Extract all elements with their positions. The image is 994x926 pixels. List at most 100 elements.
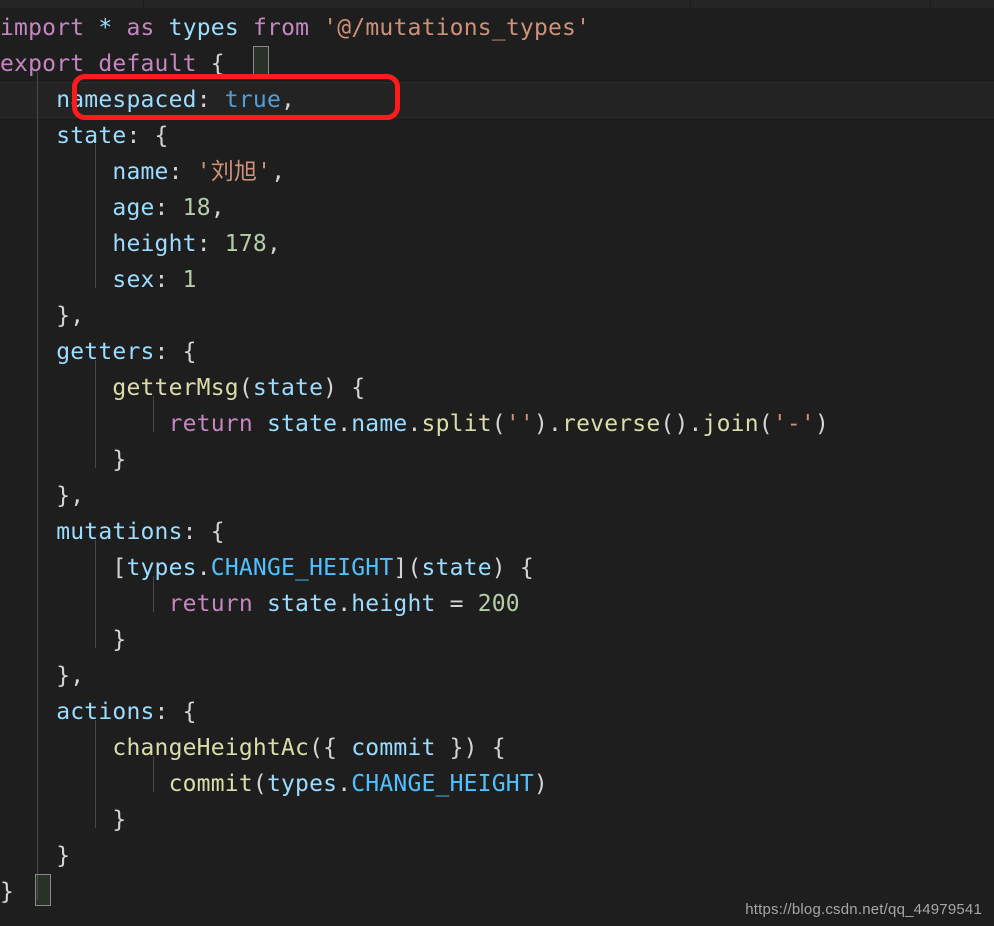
watermark-url: https://blog.csdn.net/qq_44979541 — [745, 901, 982, 918]
code-line-13[interactable]: } — [0, 442, 994, 478]
token: , — [271, 159, 286, 185]
code-line-12[interactable]: return state.name.split('').reverse().jo… — [0, 406, 994, 442]
token: state — [266, 411, 338, 437]
token: 1 — [182, 267, 197, 293]
code-line-9[interactable]: }, — [0, 298, 994, 334]
token: CHANGE_HEIGHT — [351, 771, 534, 797]
tab-separator-3 — [930, 0, 931, 8]
code-line-15[interactable]: mutations: { — [0, 514, 994, 550]
token: export — [0, 51, 85, 77]
token: }, — [56, 663, 85, 689]
code-line-17[interactable]: return state.height = 200 — [0, 586, 994, 622]
code-line-14[interactable]: }, — [0, 478, 994, 514]
code-line-6[interactable]: age: 18, — [0, 190, 994, 226]
token: , — [281, 87, 296, 113]
token: * — [98, 15, 113, 41]
token: . — [407, 411, 422, 437]
token: CHANGE_HEIGHT — [210, 555, 394, 581]
code-line-22[interactable]: commit(types.CHANGE_HEIGHT) — [0, 766, 994, 802]
token: ). — [533, 411, 563, 437]
token: ( — [252, 771, 267, 797]
token: getterMsg — [112, 375, 239, 401]
token: : { — [154, 339, 197, 365]
token: age — [112, 195, 155, 221]
token: '@/mutations_types' — [323, 15, 591, 41]
code-line-16[interactable]: [types.CHANGE_HEIGHT](state) { — [0, 550, 994, 586]
tab-separator-2 — [690, 0, 691, 8]
token: 178 — [224, 231, 267, 257]
code-line-11[interactable]: getterMsg(state) { — [0, 370, 994, 406]
token: as — [126, 15, 155, 41]
code-line-5[interactable]: name: '刘旭', — [0, 154, 994, 190]
token: : — [154, 195, 183, 221]
token: : — [154, 267, 183, 293]
code-line-2[interactable]: export default { — [0, 46, 994, 82]
token: types — [168, 15, 239, 41]
token: state — [252, 375, 324, 401]
token: ( — [758, 411, 773, 437]
code-line-1[interactable]: import * as types from '@/mutations_type… — [0, 10, 994, 46]
token: '刘旭' — [196, 159, 272, 185]
token: commit — [168, 771, 253, 797]
code-line-7[interactable]: height: 178, — [0, 226, 994, 262]
token: , — [210, 195, 225, 221]
code-line-20[interactable]: actions: { — [0, 694, 994, 730]
token: from — [252, 15, 310, 41]
token: : { — [154, 699, 197, 725]
code-line-8[interactable]: sex: 1 — [0, 262, 994, 298]
token: ({ — [309, 735, 352, 761]
code-line-18[interactable]: } — [0, 622, 994, 658]
token: changeHeightAc — [112, 735, 310, 761]
token: . — [337, 591, 352, 617]
code-line-21[interactable]: changeHeightAc({ commit }) { — [0, 730, 994, 766]
editor-tab-strip[interactable] — [0, 0, 994, 8]
token: true — [224, 87, 281, 113]
token: : { — [182, 519, 225, 545]
token: } — [0, 879, 15, 905]
editor-text-area[interactable]: import * as types from '@/mutations_type… — [0, 8, 994, 926]
token: commit — [351, 735, 436, 761]
code-line-10[interactable]: getters: { — [0, 334, 994, 370]
token: return — [168, 591, 253, 617]
code-line-19[interactable]: }, — [0, 658, 994, 694]
code-line-3[interactable]: namespaced: true, — [0, 82, 994, 118]
token: } — [112, 807, 127, 833]
tab-separator-1 — [143, 0, 144, 8]
token: getters — [56, 339, 155, 365]
token: state — [421, 555, 492, 581]
token: types — [266, 771, 338, 797]
token: name — [351, 411, 408, 437]
token: } — [112, 447, 127, 473]
code-line-24[interactable]: } — [0, 838, 994, 874]
token: split — [421, 411, 492, 437]
token: { — [210, 51, 225, 77]
token: sex — [112, 267, 155, 293]
code-line-23[interactable]: } — [0, 802, 994, 838]
token: ) — [814, 411, 830, 437]
token: name — [112, 159, 169, 185]
token: reverse — [562, 411, 661, 437]
code-line-4[interactable]: state: { — [0, 118, 994, 154]
token: ) { — [491, 555, 534, 581]
token: }, — [56, 303, 85, 329]
